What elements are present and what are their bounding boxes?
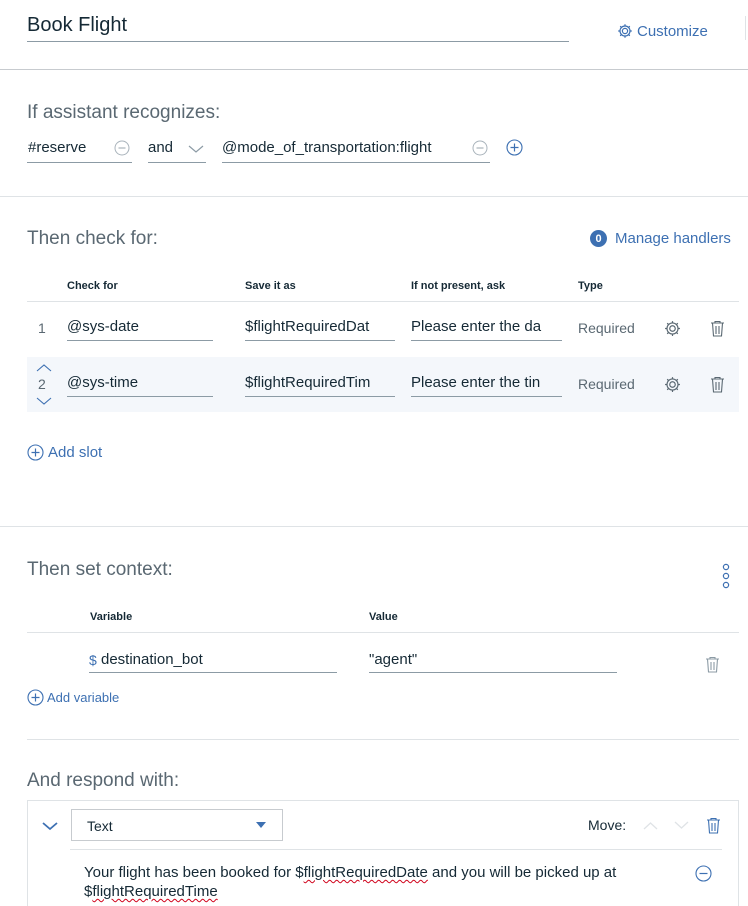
slot-row: 1 @sys-date $flightRequiredDat Please en… xyxy=(27,302,739,356)
remove-condition-icon[interactable] xyxy=(114,140,130,156)
chevron-up-icon[interactable] xyxy=(36,363,52,373)
add-variable-label: Add variable xyxy=(47,690,120,705)
condition-value: @mode_of_transportation:flight xyxy=(222,139,432,156)
condition-input-2[interactable]: @mode_of_transportation:flight xyxy=(222,137,490,163)
node-title-input[interactable]: Book Flight xyxy=(27,14,569,42)
response-text-part: Your flight has been booked for $ xyxy=(84,864,304,881)
delete-slot-trash-icon[interactable] xyxy=(710,376,725,393)
add-circle-icon xyxy=(27,689,44,706)
handlers-count-badge: 0 xyxy=(590,230,607,247)
header-divider xyxy=(0,69,748,70)
customize-button[interactable]: Customize xyxy=(617,21,708,41)
gear-icon xyxy=(617,23,633,39)
response-type-dropdown[interactable]: Text xyxy=(71,809,283,841)
variable-input[interactable]: $ destination_bot xyxy=(89,649,337,673)
ask-input[interactable]: Please enter the da xyxy=(411,316,562,341)
operator-value: and xyxy=(148,139,174,156)
add-variable-button[interactable]: Add variable xyxy=(27,689,119,706)
move-up-chevron-icon[interactable] xyxy=(643,821,658,830)
remove-condition-icon[interactable] xyxy=(472,140,488,156)
check-for-input[interactable]: @sys-date xyxy=(67,316,213,341)
response-variable: flightRequiredTime xyxy=(92,883,218,900)
slot-type[interactable]: Required xyxy=(578,320,635,336)
slot-number: 1 xyxy=(38,320,46,336)
add-slot-label: Add slot xyxy=(48,444,103,461)
customize-label: Customize xyxy=(637,22,708,40)
response-card: Text Move: Your flight has been booked f… xyxy=(27,800,739,906)
add-circle-icon xyxy=(27,444,44,461)
response-text[interactable]: Your flight has been booked for $flightR… xyxy=(84,863,684,901)
response-type-value: Text xyxy=(87,818,113,834)
col-value: Value xyxy=(369,611,398,623)
slot-settings-gear-icon[interactable] xyxy=(664,320,681,337)
move-down-chevron-icon[interactable] xyxy=(674,821,689,830)
ask-input[interactable]: Please enter the tin xyxy=(411,372,562,397)
save-as-input[interactable]: $flightRequiredDat xyxy=(245,316,395,341)
check-for-input[interactable]: @sys-time xyxy=(67,372,213,397)
collapse-chevron-icon[interactable] xyxy=(42,821,58,831)
context-heading: Then set context: xyxy=(27,559,173,580)
variable-name: destination_bot xyxy=(101,651,203,668)
move-label: Move: xyxy=(588,817,627,833)
chevron-down-icon xyxy=(188,144,204,154)
check-heading: Then check for: xyxy=(27,228,158,249)
manage-handlers-link[interactable]: 0 Manage handlers xyxy=(590,230,731,247)
condition-input-1[interactable]: #reserve xyxy=(27,137,132,163)
save-as-input[interactable]: $flightRequiredTim xyxy=(245,372,395,397)
header-edge-divider xyxy=(745,16,746,40)
col-variable: Variable xyxy=(90,611,133,623)
col-check-for: Check for xyxy=(67,280,118,292)
variable-prefix: $ xyxy=(89,652,97,668)
response-card-divider xyxy=(70,849,722,850)
operator-select[interactable]: and xyxy=(148,137,206,163)
response-variable: flightRequiredDate xyxy=(303,864,428,881)
slot-row: 2 @sys-time $flightRequiredTim Please en… xyxy=(27,357,739,412)
col-type: Type xyxy=(578,280,603,292)
slot-settings-gear-icon[interactable] xyxy=(664,376,681,393)
context-divider xyxy=(27,739,739,740)
delete-response-trash-icon[interactable] xyxy=(706,817,721,834)
value-input[interactable]: "agent" xyxy=(369,649,617,673)
check-divider xyxy=(0,526,748,527)
manage-handlers-label: Manage handlers xyxy=(615,230,731,247)
slot-type[interactable]: Required xyxy=(578,376,635,392)
overflow-menu-icon[interactable] xyxy=(721,563,731,589)
recognizes-heading: If assistant recognizes: xyxy=(27,102,221,123)
remove-response-variation-icon[interactable] xyxy=(695,865,712,882)
delete-slot-trash-icon[interactable] xyxy=(710,320,725,337)
respond-heading: And respond with: xyxy=(27,770,180,791)
add-condition-icon[interactable] xyxy=(506,139,523,156)
context-row: $ destination_bot "agent" xyxy=(27,633,739,685)
col-save-as: Save it as xyxy=(245,280,296,292)
recognizes-divider xyxy=(0,196,748,197)
delete-variable-trash-icon[interactable] xyxy=(705,656,720,673)
condition-value: #reserve xyxy=(28,139,87,156)
slot-number: 2 xyxy=(38,376,46,392)
col-ask: If not present, ask xyxy=(411,280,506,292)
caret-down-icon xyxy=(256,822,266,828)
add-slot-button[interactable]: Add slot xyxy=(27,444,102,461)
response-text-part: and you will be picked up at xyxy=(427,864,617,881)
chevron-down-icon[interactable] xyxy=(36,396,52,406)
